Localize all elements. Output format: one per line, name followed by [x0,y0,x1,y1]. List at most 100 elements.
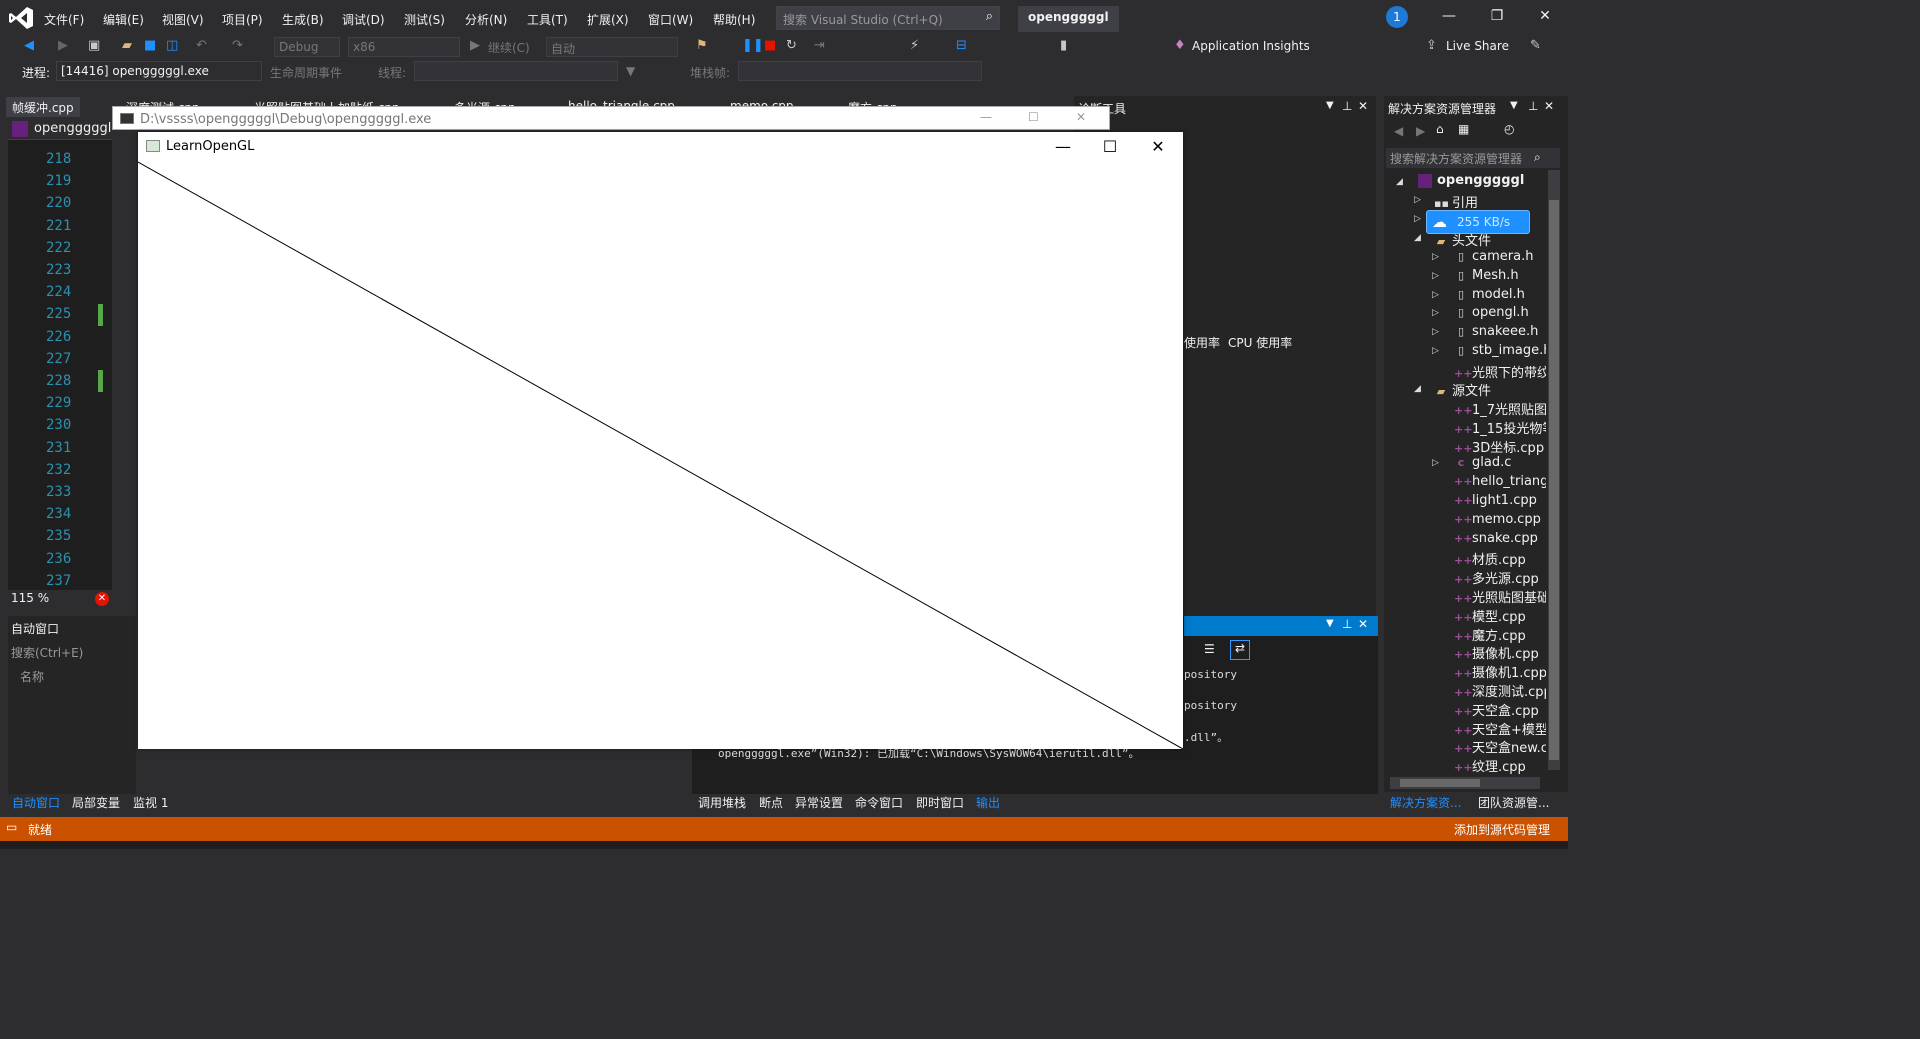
app-insights-button[interactable]: Application Insights [1192,39,1310,53]
solution-hscrollbar[interactable] [1390,777,1540,789]
thread-select[interactable] [414,61,618,81]
tree-source-file[interactable]: ++memo.cpp [1454,512,1546,527]
menu-item[interactable]: 测试(S) [404,11,445,28]
output-pin-icon[interactable]: ⊥ [1342,617,1352,631]
solution-bottom-tab[interactable]: 团队资源管... [1478,794,1549,811]
tree-source-file[interactable]: ++天空盒new.c [1454,737,1546,756]
hot-reload-icon[interactable]: ⚑ [696,38,708,53]
sol-forward-icon[interactable]: ▶ [1416,124,1425,138]
bottom-tab[interactable]: 命令窗口 [855,794,903,811]
app-insights-icon[interactable]: ♦ [1174,38,1186,53]
stop-icon[interactable]: ■ [764,38,776,53]
live-share-icon[interactable]: ⇪ [1426,38,1437,53]
open-folder-icon[interactable]: ▰ [122,38,132,53]
solution-bottom-tab[interactable]: 解决方案资... [1390,794,1461,811]
tree-header-file[interactable]: ▯ opengl.h [1454,305,1546,320]
auto-window-search[interactable]: 搜索(Ctrl+E) [11,644,83,661]
tree-source-file[interactable]: ++1_15投光物等 [1454,418,1546,437]
switch-view-icon[interactable]: ▦ [1458,122,1469,136]
stack-frame-select[interactable] [738,61,982,81]
expand-arrow-icon[interactable]: ▷ [1432,290,1439,300]
cpu-usage-tab[interactable]: CPU 使用率 [1228,334,1292,351]
code-editor[interactable]: 218 219 220 221 222 223 224 225 226 227 228 229 230 2… [8,118,112,608]
bottom-tab[interactable]: 调用堆栈 [698,794,746,811]
tree-source-file[interactable]: ++纹理.cpp [1454,756,1546,775]
continue-button[interactable]: 继续(C) [488,39,530,56]
bottom-tab[interactable]: 即时窗口 [916,794,964,811]
expand-arrow-icon[interactable]: ▷ [1432,346,1439,356]
feedback-icon[interactable]: ✎ [1530,38,1541,53]
menu-item[interactable]: 编辑(E) [103,11,144,28]
menu-item[interactable]: 生成(B) [282,11,324,28]
tree-source-folder[interactable]: ▰ 源文件 [1434,380,1491,399]
tree-header-file[interactable]: ▯ snakeee.h [1454,324,1546,339]
gl-minimize-icon[interactable]: — [1048,137,1078,156]
sol-back-icon[interactable]: ◀ [1394,124,1403,138]
save-icon[interactable]: ■ [144,38,156,53]
tree-header-file[interactable]: ++光照下的带纹 [1454,362,1546,381]
tree-source-file[interactable]: ++光照贴图基础 [1454,587,1546,606]
bottom-tab[interactable]: 监视 1 [133,794,168,811]
sol-search-icon[interactable]: ⌕ [1534,150,1541,165]
expand-arrow-icon[interactable]: ▷ [1432,458,1439,468]
visual-studio-logo-icon[interactable] [8,6,34,30]
search-input[interactable]: 搜索 Visual Studio (Ctrl+Q) ⌕ [776,6,1000,30]
solution-dropdown-icon[interactable]: ▼ [1510,100,1518,111]
solution-scroll-thumb[interactable] [1549,200,1559,760]
tree-source-file[interactable]: ++摄像机1.cpp [1454,662,1546,681]
tree-project[interactable]: opengggggl [1437,173,1524,188]
platform-select[interactable]: x86 [348,37,460,57]
tree-header-file[interactable]: ▯ camera.h [1454,249,1546,264]
tree-source-file[interactable]: c glad.c [1454,455,1546,470]
pin-icon[interactable]: ⊥ [1342,99,1352,113]
console-maximize-icon[interactable]: ☐ [1028,110,1039,124]
expand-arrow-icon[interactable]: ▷ [1432,308,1439,318]
notification-badge[interactable]: 1 [1386,6,1408,28]
menu-item[interactable]: 分析(N) [465,11,507,28]
gl-maximize-icon[interactable]: ☐ [1095,137,1125,156]
menu-item[interactable]: 扩展(X) [587,11,629,28]
tree-source-file[interactable]: ++天空盒+模型 [1454,719,1546,738]
process-select[interactable]: [14416] opengggggl.exe [56,61,262,81]
tree-source-file[interactable]: ++light1.cpp [1454,493,1546,508]
tree-source-file[interactable]: ++模型.cpp [1454,606,1546,625]
tree-source-file[interactable]: ++摄像机.cpp [1454,643,1546,662]
pending-changes-icon[interactable]: ◴ [1504,122,1514,136]
menu-item[interactable]: 文件(F) [44,11,84,28]
continue-icon[interactable]: ▶ [470,38,480,53]
maximize-icon[interactable]: ❐ [1482,8,1512,24]
new-project-icon[interactable]: ▣ [88,38,100,53]
tree-source-file[interactable]: ++魔方.cpp [1454,625,1546,644]
word-wrap-icon[interactable]: ⇄ [1230,640,1250,660]
output-close-icon[interactable]: ✕ [1358,617,1368,631]
tree-references[interactable]: ▪▪ 引用 [1434,192,1478,211]
diagnostics-icon[interactable]: ⚡ [910,38,919,53]
menu-item[interactable]: 调试(D) [342,11,385,28]
tree-source-file[interactable]: ++天空盒.cpp [1454,700,1546,719]
minimize-icon[interactable]: — [1434,8,1464,24]
bottom-tab[interactable]: 异常设置 [795,794,843,811]
live-share-button[interactable]: Live Share [1446,39,1509,53]
redo-icon[interactable]: ↷ [232,38,243,53]
filter-icon[interactable]: ▼ [626,64,635,78]
clear-output-icon[interactable]: ☰ [1204,642,1215,656]
console-close-icon[interactable]: ✕ [1076,110,1086,124]
tree-source-file[interactable]: ++3D坐标.cpp [1454,437,1546,456]
bottom-tab[interactable]: 输出 [976,794,1000,811]
menu-item[interactable]: 工具(T) [527,11,568,28]
forward-icon[interactable]: ▶ [58,38,68,53]
lifecycle-events-button[interactable]: 生命周期事件 [270,64,342,81]
gl-close-icon[interactable]: ✕ [1143,137,1173,156]
tree-header-file[interactable]: ▯ stb_image.h [1454,343,1546,358]
close-icon[interactable]: ✕ [1530,8,1560,24]
expand-arrow-icon[interactable]: ▷ [1432,327,1439,337]
bottom-tab[interactable]: 自动窗口 [12,794,60,811]
output-dropdown-icon[interactable]: ▼ [1326,618,1334,629]
tree-source-file[interactable]: ++多光源.cpp [1454,568,1546,587]
tree-source-file[interactable]: ++snake.cpp [1454,531,1546,546]
breakpoint-icon[interactable]: ⊟ [956,38,967,53]
back-icon[interactable]: ◀ [24,38,34,53]
bookmark-icon[interactable]: ▮ [1060,38,1067,53]
bottom-tab[interactable]: 断点 [759,794,783,811]
auto-select[interactable]: 自动 [546,37,678,57]
